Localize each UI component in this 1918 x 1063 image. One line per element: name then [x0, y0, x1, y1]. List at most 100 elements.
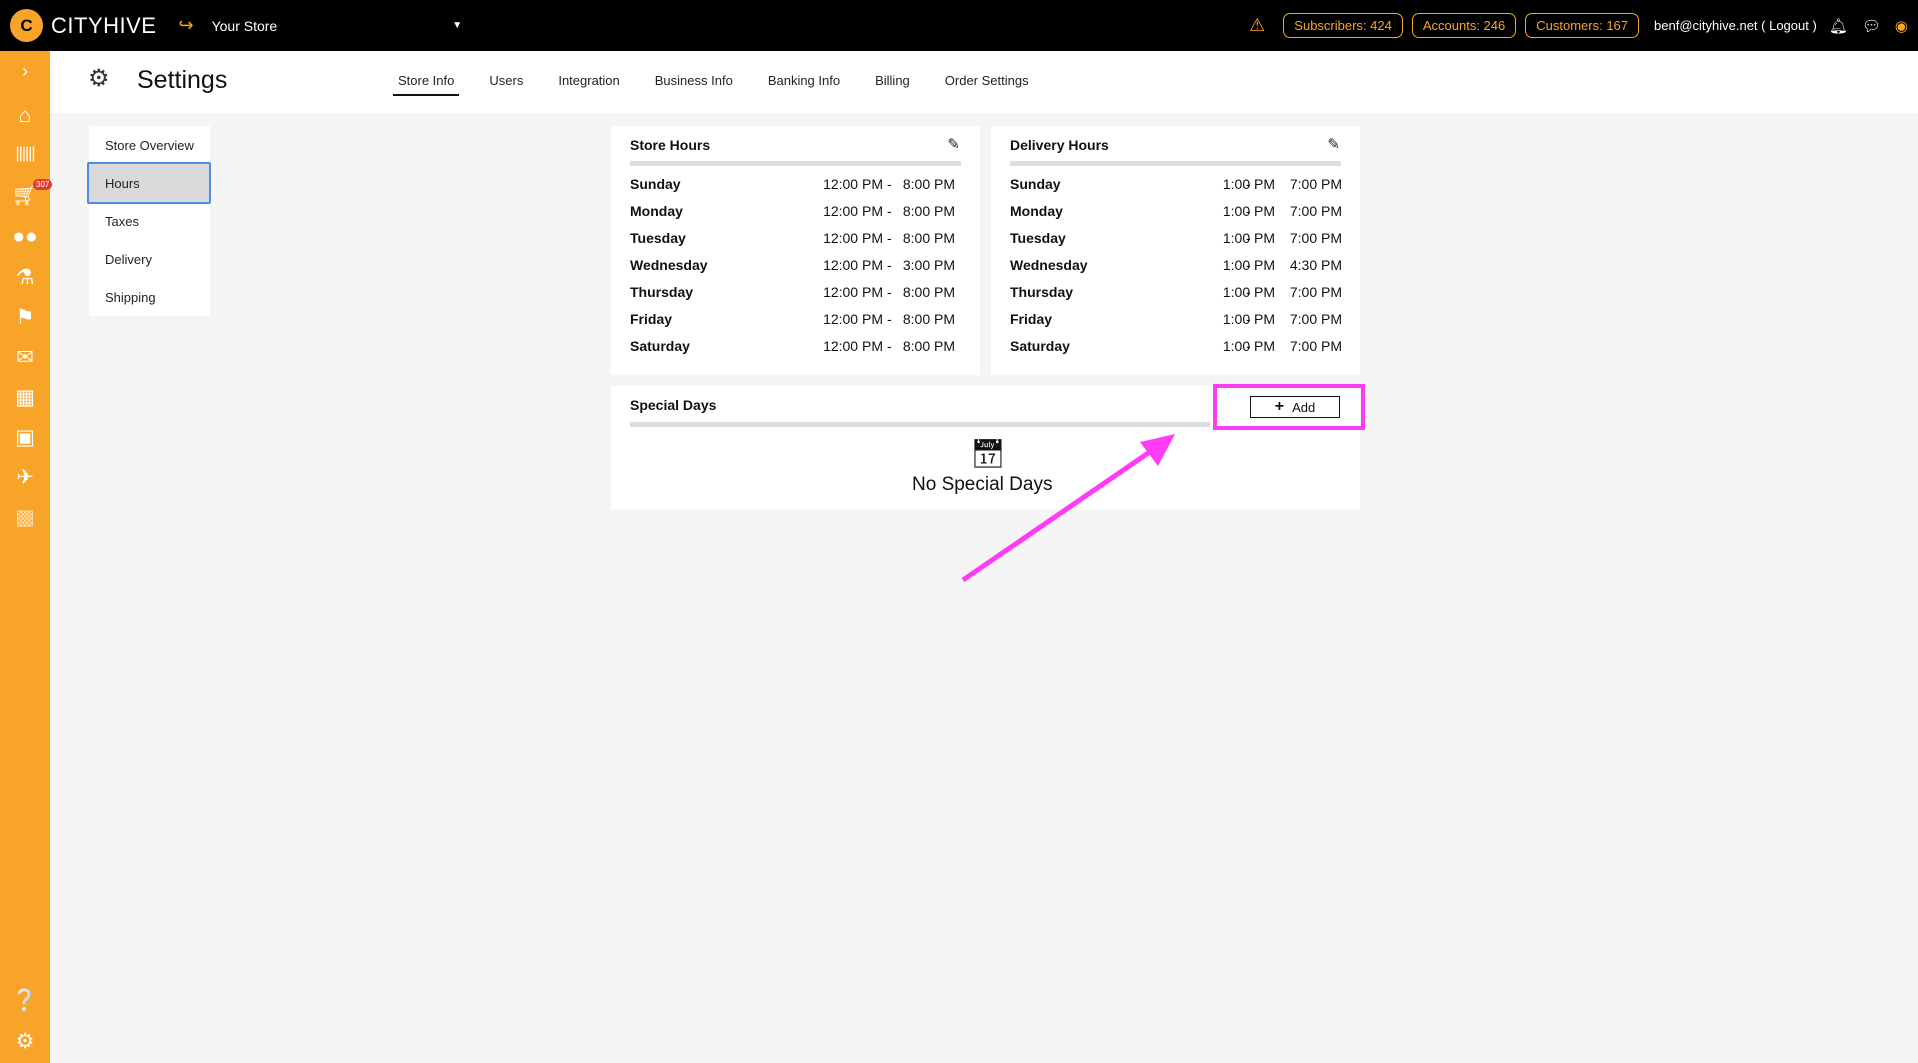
day-label: Friday [630, 311, 673, 327]
menu-item-delivery[interactable]: Delivery [89, 240, 210, 278]
close-time: 7:00 PM [1289, 338, 1342, 354]
store-selector-label[interactable]: Your Store [212, 18, 278, 34]
menu-item-hours[interactable]: Hours [87, 162, 211, 204]
open-time: 12:00 PM [823, 338, 883, 354]
tab-billing[interactable]: Billing [870, 65, 915, 96]
delivery-hours-title: Delivery Hours [1010, 137, 1109, 153]
plane-icon[interactable]: ✈ [0, 465, 50, 490]
messages-icon[interactable]: ✉ [0, 345, 50, 370]
store-info-menu: Store Overview Hours Taxes Delivery Ship… [87, 126, 211, 316]
tab-banking-info[interactable]: Banking Info [763, 65, 845, 96]
subscribers-pill[interactable]: Subscribers: 424 [1283, 13, 1403, 38]
users-icon[interactable]: ●● [0, 225, 50, 249]
page-header: ⚙ Settings Store Info Users Integration … [50, 51, 1918, 113]
status-icon[interactable]: ◉ [1895, 17, 1908, 35]
open-time: 12:00 PM [823, 176, 883, 192]
close-time: 8:00 PM [902, 176, 955, 192]
open-time: 12:00 PM [823, 311, 883, 327]
close-time: 3:00 PM [902, 257, 955, 273]
switch-store-icon[interactable]: ↪ [178, 15, 193, 36]
time-separator: - [1246, 257, 1251, 273]
chevron-right-icon[interactable]: › [0, 61, 50, 82]
barcode-icon[interactable]: |||||| [0, 145, 50, 163]
day-label: Saturday [1010, 338, 1070, 354]
day-label: Sunday [630, 176, 681, 192]
day-label: Saturday [630, 338, 690, 354]
sidebar: › ⌂ |||||| 🛒︎ 307 ●● ⚗ ⚑ ✉ ▦ ▣ ✈ ▩ ❔ ⚙ [0, 51, 53, 1063]
open-time: 12:00 PM [823, 257, 883, 273]
close-time: 7:00 PM [1289, 230, 1342, 246]
brand-name: CITYHIVE [51, 12, 157, 38]
store-hours-card: Store Hours ✎ Sunday 12:00 PM -8:00 PM Mond… [611, 126, 980, 375]
divider [630, 422, 1210, 427]
tags-icon[interactable]: ⚑ [0, 305, 50, 330]
puzzle-icon[interactable]: ▩ [0, 505, 50, 530]
open-time: 12:00 PM [823, 203, 883, 219]
customers-pill[interactable]: Customers: 167 [1525, 13, 1640, 38]
close-time: 7:00 PM [1289, 284, 1342, 300]
menu-item-store-overview[interactable]: Store Overview [89, 126, 210, 164]
close-time: 8:00 PM [902, 230, 955, 246]
day-label: Thursday [630, 284, 694, 300]
day-label: Tuesday [1010, 230, 1066, 246]
time-separator: - [1246, 230, 1251, 246]
time-separator: - [1246, 176, 1251, 192]
day-label: Friday [1010, 311, 1053, 327]
day-label: Sunday [1010, 176, 1061, 192]
no-special-days-text: No Special Days [912, 474, 1053, 495]
logo-icon: C [10, 9, 43, 42]
calendar-icon[interactable]: ▦ [0, 385, 50, 410]
time-separator: - [1246, 338, 1251, 354]
cityhive-logo[interactable]: C CITYHIVE [10, 9, 156, 42]
day-label: Monday [1010, 203, 1063, 219]
highlight-annotation-box [1213, 384, 1365, 430]
close-time: 8:00 PM [902, 311, 955, 327]
close-time: 7:00 PM [1289, 176, 1342, 192]
day-label: Wednesday [630, 257, 708, 273]
tab-integration[interactable]: Integration [553, 65, 624, 96]
close-time: 4:30 PM [1289, 257, 1342, 273]
tab-order-settings[interactable]: Order Settings [940, 65, 1034, 96]
day-label: Tuesday [630, 230, 686, 246]
time-separator: - [1246, 311, 1251, 327]
special-days-title: Special Days [630, 397, 717, 413]
top-bar: C CITYHIVE ↪ Your Store ▼ ⚠ Subscribers:… [0, 0, 1918, 51]
user-email-logout[interactable]: benf@cityhive.net ( Logout ) [1654, 18, 1817, 33]
settings-tabs: Store Info Users Integration Business In… [393, 65, 1059, 96]
store-hours-title: Store Hours [630, 137, 711, 153]
divider [1010, 161, 1341, 166]
day-label: Wednesday [1010, 257, 1088, 273]
open-time: 12:00 PM [823, 284, 883, 300]
menu-item-taxes[interactable]: Taxes [89, 202, 210, 240]
tab-store-info[interactable]: Store Info [393, 65, 460, 96]
accounts-pill[interactable]: Accounts: 246 [1411, 13, 1517, 38]
delivery-hours-card: Delivery Hours ✎ Sunday 1:00 PM -7:00 PM Mo… [991, 126, 1360, 375]
time-separator: - [1246, 203, 1251, 219]
home-icon[interactable]: ⌂ [0, 104, 50, 128]
edit-pencil-icon[interactable]: ✎ [947, 135, 960, 153]
gear-icon[interactable]: ⚙ [0, 1029, 50, 1054]
flask-icon[interactable]: ⚗ [0, 265, 50, 290]
divider [630, 161, 961, 166]
edit-pencil-icon[interactable]: ✎ [1327, 135, 1340, 153]
page-title: Settings [137, 66, 228, 94]
time-separator: - [1246, 284, 1251, 300]
book-icon[interactable]: ▣ [0, 425, 50, 450]
close-time: 8:00 PM [902, 203, 955, 219]
tab-business-info[interactable]: Business Info [650, 65, 738, 96]
settings-gears-icon: ⚙ [88, 65, 110, 92]
tab-users[interactable]: Users [484, 65, 528, 96]
close-time: 8:00 PM [902, 284, 955, 300]
caret-down-icon[interactable]: ▼ [452, 20, 462, 31]
cart-badge: 307 [33, 179, 53, 190]
close-time: 8:00 PM [902, 338, 955, 354]
chat-icon[interactable]: 💬︎ [1862, 17, 1881, 35]
menu-item-shipping[interactable]: Shipping [89, 278, 210, 316]
calendar-icon: 📅︎ [970, 438, 1006, 469]
close-time: 7:00 PM [1289, 203, 1342, 219]
help-icon[interactable]: ❔ [0, 989, 50, 1013]
bell-icon[interactable]: 🔔︎ [1829, 17, 1848, 35]
warning-icon[interactable]: ⚠ [1249, 15, 1265, 36]
close-time: 7:00 PM [1289, 311, 1342, 327]
day-label: Thursday [1010, 284, 1074, 300]
